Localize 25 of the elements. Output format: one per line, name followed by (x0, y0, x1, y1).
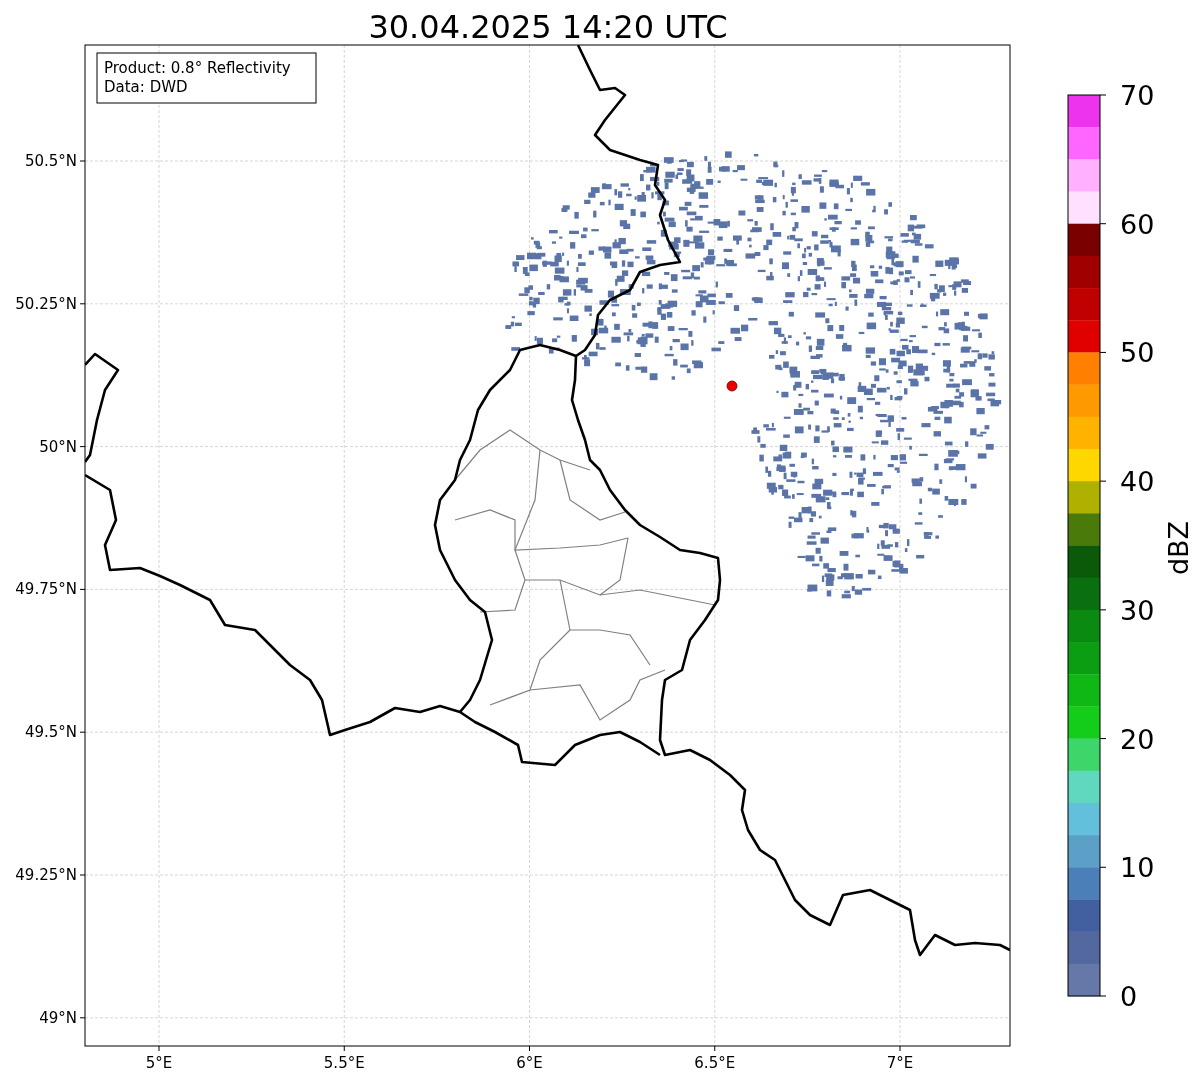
colorbar-label: dBZ (1163, 520, 1194, 576)
chart-title: 30.04.2025 14:20 UTC (368, 8, 728, 46)
colorbar-tick-label: 50 (1120, 337, 1155, 369)
colorbar-tick-label: 10 (1120, 852, 1155, 884)
longitude-label: 5.5°E (323, 1054, 365, 1072)
longitude-label: 7°E (886, 1054, 914, 1072)
latitude-label: 49.25°N (15, 866, 77, 884)
latitude-label: 50.5°N (24, 152, 77, 170)
longitude-label: 6°E (516, 1054, 543, 1072)
colorbar-tick-label: 40 (1120, 466, 1155, 498)
latitude-label: 49.75°N (15, 580, 77, 599)
info-text: Product: 0.8° Reflectivity (104, 59, 291, 77)
colorbar-tick-label: 60 (1120, 208, 1155, 240)
colorbar-tick-label: 30 (1120, 594, 1155, 626)
radar-site-marker (726, 380, 738, 392)
latitude-label: 49°N (39, 1008, 77, 1027)
colorbar-tick-label: 70 (1120, 80, 1155, 111)
latitude-label: 50.25°N (15, 294, 77, 313)
longitude-label: 6.5°E (694, 1054, 736, 1072)
latitude-label: 50°N (39, 437, 77, 456)
latitude-label: 49.5°N (24, 723, 77, 742)
colorbar-tick-label: 20 (1120, 723, 1155, 755)
longitude-label: 5°E (145, 1054, 173, 1072)
info-text: Data: DWD (104, 78, 188, 96)
colorbar-tick-label: 0 (1120, 981, 1138, 1012)
